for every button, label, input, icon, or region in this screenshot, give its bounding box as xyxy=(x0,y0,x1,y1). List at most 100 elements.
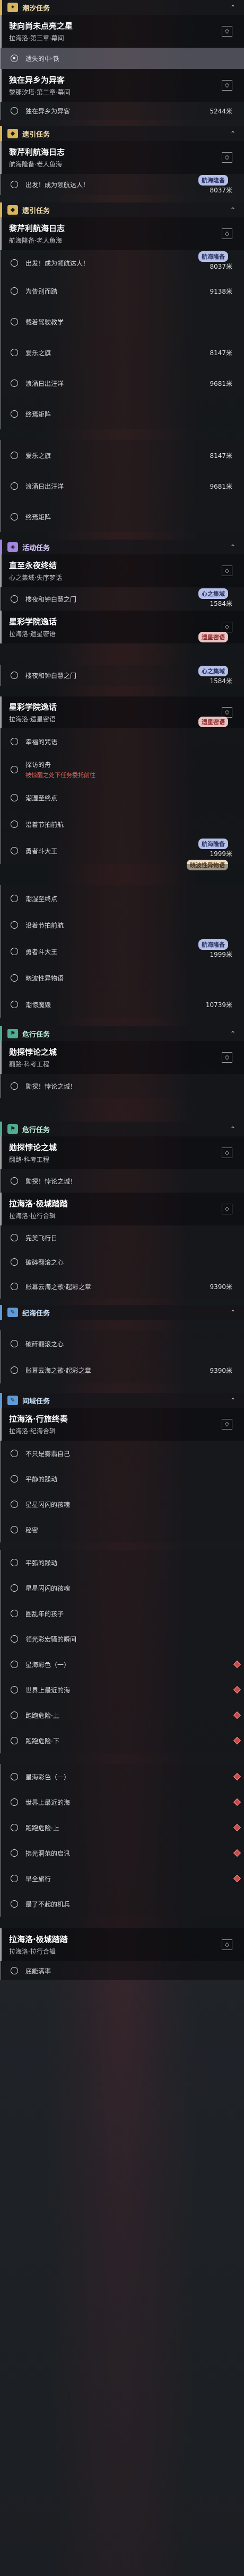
quest-step[interactable]: 沿着节拍前航 xyxy=(0,912,244,938)
quest-step[interactable]: 潮湿至终点 xyxy=(0,885,244,912)
quest-step[interactable]: 独在异乡为异客 5244米 xyxy=(0,102,244,120)
chevron-up-icon[interactable]: ⌃ xyxy=(230,1397,236,1404)
quest-step[interactable]: 出发！成为领航达人！ 航海隆备 8037米 xyxy=(0,250,244,276)
quest-step[interactable]: 破碎翻滚之心 xyxy=(0,1330,244,1357)
section-header[interactable]: ◆ 遗引任务 ⌃ xyxy=(0,202,244,217)
quest-step[interactable]: 勋探！悖论之城！ xyxy=(0,1169,244,1193)
quest-step[interactable]: 终焉矩阵 xyxy=(0,501,244,532)
quest-step[interactable]: 出发！成为领航达人！ 航海隆备 8037米 xyxy=(0,174,244,195)
quest-step[interactable]: 星星闪闪的孩魂 xyxy=(0,1575,244,1601)
quest-step[interactable]: 浪涌日出汪洋 9681米 xyxy=(0,471,244,501)
quest-step[interactable]: 星海彩色（一） xyxy=(0,1652,244,1677)
quest-step[interactable]: 秘密 xyxy=(0,1517,244,1542)
section-tag-icon: ✦ xyxy=(7,3,18,12)
section-header[interactable]: ✎ 纪海任务 ⌃ xyxy=(0,1305,244,1320)
track-toggle-icon[interactable]: ◇ xyxy=(222,26,232,37)
track-toggle-icon[interactable]: ◇ xyxy=(222,622,232,632)
quest-step[interactable]: 勇者斗大王 航海隆备 1999米 xyxy=(0,938,244,965)
quest-step[interactable]: 爱乐之旗 8147米 xyxy=(0,337,244,368)
quest-step[interactable]: 拂光洞范的启讯 xyxy=(0,1840,244,1866)
quest-step[interactable]: 遗失的中·铁 xyxy=(0,48,244,69)
quest-step[interactable]: 完美飞行日 xyxy=(0,1225,244,1250)
quest-card[interactable]: 直至永夜终结 心之集域·失序梦话 ◇ xyxy=(0,554,244,587)
section-header[interactable]: ⚑ 危行任务 ⌃ xyxy=(0,1122,244,1136)
quest-step[interactable]: 星海彩色（一） xyxy=(0,1764,244,1789)
quest-step[interactable]: 为告别而踏 9138米 xyxy=(0,276,244,306)
region-badge: 航海隆备 xyxy=(198,251,228,262)
quest-step[interactable]: 世界上最近的海 xyxy=(0,1677,244,1702)
step-status-icon xyxy=(11,1798,18,1806)
quest-subtitle: 翻路·科考工程 xyxy=(9,1156,49,1163)
quest-card[interactable]: 驶向尚未点亮之星 拉海洛·第三章·幕间 ◇ xyxy=(0,15,244,48)
region-badge: 遗星密语 xyxy=(198,632,228,642)
section-header[interactable]: ✎ 间域任务 ⌃ xyxy=(0,1393,244,1408)
track-toggle-icon[interactable]: ◇ xyxy=(222,1204,232,1214)
step-status-icon xyxy=(11,349,18,356)
track-toggle-icon[interactable]: ◇ xyxy=(222,1939,232,1950)
quest-step[interactable]: 载着驾驶教学 xyxy=(0,306,244,337)
chevron-up-icon[interactable]: ⌃ xyxy=(230,1309,236,1316)
track-toggle-icon[interactable]: ◇ xyxy=(222,228,232,239)
quest-step[interactable]: 楼夜和钟白慧之门 心之集域 1584米 xyxy=(0,587,244,611)
step-status-icon xyxy=(11,107,18,114)
quest-step[interactable]: 底能满率 xyxy=(0,1961,244,1980)
chevron-up-icon[interactable]: ⌃ xyxy=(230,543,236,551)
chevron-up-icon[interactable]: ⌃ xyxy=(230,206,236,214)
quest-step[interactable]: 跑跑危险·上 xyxy=(0,1815,244,1840)
quest-step[interactable]: 跑跑危险·下 xyxy=(0,1728,244,1753)
quest-step[interactable]: 领光彩宏骚的瞬间 xyxy=(0,1626,244,1652)
quest-step[interactable]: 破碎翻滚之心 xyxy=(0,1250,244,1274)
quest-card[interactable]: 勋探悖论之城 翻路·科考工程 ◇ xyxy=(0,1136,244,1169)
quest-step[interactable]: 潮湿至终点 xyxy=(0,784,244,811)
quest-step[interactable]: 浪涌日出汪洋 9681米 xyxy=(0,368,244,399)
chevron-up-icon[interactable]: ⌃ xyxy=(230,130,236,137)
quest-card[interactable]: 拉海洛·行旅终奏 拉海洛·纪海合辑 ◇ xyxy=(0,1408,244,1441)
track-toggle-icon[interactable]: ◇ xyxy=(222,707,232,718)
quest-subtitle: 翻路·科考工程 xyxy=(9,1061,49,1068)
track-toggle-icon[interactable]: ◇ xyxy=(222,1052,232,1063)
quest-step[interactable]: 最了不起的机兵 xyxy=(0,1891,244,1917)
quest-card[interactable]: 拉海洛·极城踏踏 拉海洛·拉行合辑 ◇ xyxy=(0,1193,244,1225)
quest-step[interactable]: 早全旅行 xyxy=(0,1866,244,1891)
step-status-icon xyxy=(11,1258,18,1266)
chevron-up-icon[interactable]: ⌃ xyxy=(230,1125,236,1133)
track-toggle-icon[interactable]: ◇ xyxy=(222,80,232,91)
quest-step[interactable]: 终焉矩阵 xyxy=(0,399,244,429)
region-badge: 遗星密语 xyxy=(198,717,228,727)
quest-card[interactable]: 黎芹利航海日志 航海隆备·老人鱼海 ◇ xyxy=(0,141,244,174)
section-header[interactable]: ⚑ 危行任务 ⌃ xyxy=(0,1026,244,1041)
quest-card[interactable]: 黎芹利航海日志 航海隆备·老人鱼海 ◇ xyxy=(0,217,244,250)
quest-step[interactable]: 账幕云海之歌·起彩之章 9390米 xyxy=(0,1274,244,1299)
quest-step[interactable]: 爱乐之旗 8147米 xyxy=(0,440,244,471)
quest-step[interactable]: 平弧的躁动 xyxy=(0,1550,244,1575)
chevron-up-icon[interactable]: ⌃ xyxy=(230,4,236,11)
quest-step[interactable]: 幸福的咒语 xyxy=(0,728,244,755)
section-header[interactable]: ◈ 活动任务 ⌃ xyxy=(0,540,244,554)
quest-step[interactable]: 星星闪闪的孩魂 xyxy=(0,1492,244,1517)
track-toggle-icon[interactable]: ◇ xyxy=(222,152,232,163)
quest-step[interactable]: 圈乱年的孩子 xyxy=(0,1601,244,1626)
quest-card[interactable]: 拉海洛·极城踏踏 拉海洛·拉行合辑 ◇ xyxy=(0,1928,244,1961)
quest-step[interactable]: 世界上最近的海 xyxy=(0,1789,244,1815)
section-header[interactable]: ◆ 遗引任务 ⌃ xyxy=(0,126,244,141)
quest-step[interactable]: 跑跑危险·上 xyxy=(0,1702,244,1728)
step-status-icon xyxy=(11,1475,18,1483)
quest-step[interactable]: 平静的躁动 xyxy=(0,1466,244,1492)
quest-step[interactable]: 潮惊魔毁 10739米 xyxy=(0,991,244,1018)
quest-card[interactable]: 独在异乡为异客 黎那汐塔·第二章·幕间 ◇ xyxy=(0,69,244,102)
quest-title: 拉海洛·极城踏踏 xyxy=(9,1199,68,1208)
chevron-up-icon[interactable]: ⌃ xyxy=(230,1030,236,1037)
quest-step[interactable]: 账幕云海之歌·起彩之章 9390米 xyxy=(0,1357,244,1383)
quest-step[interactable]: 晓波性异物语 xyxy=(0,965,244,991)
quest-step[interactable]: 不只是雾翡自己 xyxy=(0,1441,244,1466)
track-toggle-icon[interactable]: ◇ xyxy=(222,566,232,576)
quest-step[interactable]: 勋探！悖论之城！ xyxy=(0,1074,244,1098)
step-label: 平弧的躁动 xyxy=(25,1559,58,1567)
quest-card[interactable]: 勋探悖论之城 翻路·科考工程 ◇ xyxy=(0,1041,244,1074)
quest-step[interactable]: 楼夜和钟白慧之门 心之集域 1584米 xyxy=(0,665,244,686)
section-header[interactable]: ✦ 潮汐任务 ⌃ xyxy=(0,0,244,15)
track-toggle-icon[interactable]: ◇ xyxy=(222,1419,232,1430)
quest-step[interactable]: 探访的舟 被惊醒之处下任务委托前往 xyxy=(0,755,244,784)
track-toggle-icon[interactable]: ◇ xyxy=(222,1148,232,1158)
quest-step[interactable]: 沿着节拍前航 xyxy=(0,811,244,837)
